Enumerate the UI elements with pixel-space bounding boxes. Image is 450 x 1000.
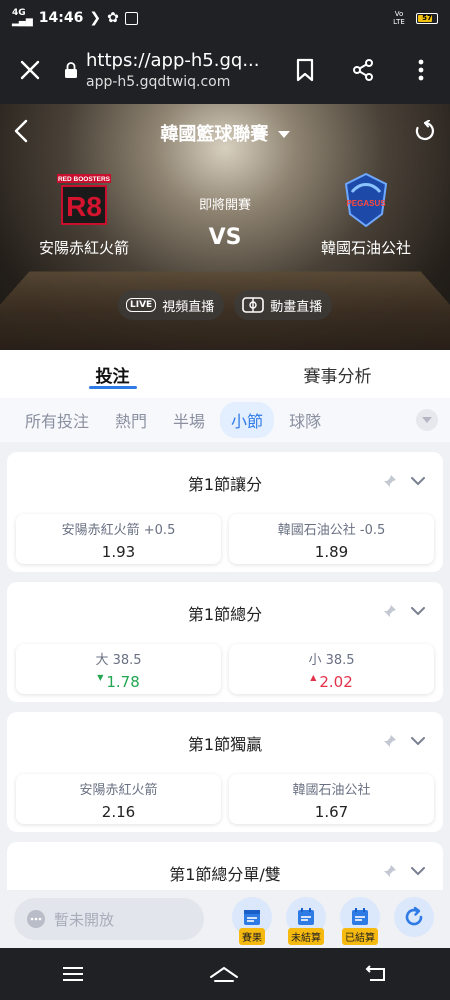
sub-tabs: 所有投注 熱門 半場 小節 球隊 [0,398,450,442]
odds-option[interactable]: 大 38.5 ▼ 1.78 [16,644,221,694]
match-header: 韓國籃球聯賽 RED BOOSTERS R8 安陽赤紅火箭 即將開賽 VS PE… [0,104,450,350]
market-header[interactable]: 第1節總分 [7,582,443,644]
court-icon [242,297,265,313]
pin-icon[interactable] [383,604,397,618]
refresh-button[interactable] [414,119,436,146]
page-url: https://app-h5.gq... [86,50,260,71]
odds-option[interactable]: 安陽赤紅火箭 2.16 [16,774,221,824]
calendar-icon [298,908,314,925]
match-status: 即將開賽 [198,198,251,213]
video-live-button[interactable]: LIVE 視頻直播 [118,290,225,320]
unsettled-button[interactable]: 未結算 [284,897,328,945]
menu-icon[interactable] [62,966,84,982]
market-card: 第1節總分單/雙 [7,842,443,890]
share-icon [353,59,373,81]
bookmark-icon [296,58,314,82]
tab-bet[interactable]: 投注 [0,350,225,398]
animation-live-button[interactable]: 動畫直播 [234,290,333,320]
match-center: 即將開賽 VS [165,194,285,250]
address-bar[interactable]: https://app-h5.gq... app-h5.gqdtwiq.com [82,50,276,90]
market-card: 第1節獨贏 安陽赤紅火箭 2.16 韓國石油公社 1.67 [7,712,443,832]
away-team: PEGASUS 韓國石油公社 [306,170,426,259]
market-title: 第1節獨贏 [187,735,263,754]
chat-input[interactable]: 暫未開放 [14,898,204,940]
battery-icon: 57 [416,12,438,24]
market-header[interactable]: 第1節讓分 [7,452,443,514]
chevron-down-icon[interactable] [411,606,425,616]
tab-analysis[interactable]: 賽事分析 [225,350,450,398]
home-team-name: 安陽赤紅火箭 [38,239,129,257]
subtab-hot[interactable]: 熱門 [104,402,158,438]
svg-text:PEGASUS: PEGASUS [346,199,386,208]
subtab-half[interactable]: 半場 [162,402,216,438]
subtab-all[interactable]: 所有投注 [14,402,100,438]
system-nav-bar [0,948,450,1000]
app-notification-icon: ✿ [107,10,119,26]
volte-icon: Vo LTE [393,10,405,26]
odds-option[interactable]: 韓國石油公社 1.67 [229,774,434,824]
market-header[interactable]: 第1節總分單/雙 [7,842,443,890]
settled-button[interactable]: 已結算 [338,897,382,945]
odds-option[interactable]: 安陽赤紅火箭 +0.5 1.93 [16,514,221,564]
chat-placeholder: 暫未開放 [54,910,115,929]
subtab-quarter[interactable]: 小節 [220,402,275,438]
market-title: 第1節總分 [187,605,263,624]
chat-icon [27,910,45,928]
away-team-name: 韓國石油公社 [320,239,411,257]
page-domain: app-h5.gqdtwiq.com [86,74,231,90]
subtab-team[interactable]: 球隊 [278,402,332,438]
odds-option[interactable]: 韓國石油公社 -0.5 1.89 [229,514,434,564]
market-card: 第1節讓分 安陽赤紅火箭 +0.5 1.93 韓國石油公社 -0.5 1.89 [7,452,443,572]
calendar-check-icon [352,908,368,925]
caret-down-icon [422,417,432,423]
pin-icon[interactable] [383,474,397,488]
image-notification-icon [124,11,138,25]
vs-label: VS [208,225,242,250]
results-button[interactable]: 賽果 [230,897,274,945]
market-title: 第1節讓分 [187,475,263,494]
browser-toolbar: https://app-h5.gq... app-h5.gqdtwiq.com [0,36,450,104]
close-icon [20,60,40,80]
odds-down-arrow-icon: ▼ [97,673,104,682]
pin-icon[interactable] [383,734,397,748]
caret-down-icon [277,131,290,138]
expand-tabs-button[interactable] [416,409,438,431]
chevron-down-icon[interactable] [411,476,425,486]
refresh-icon [405,906,423,926]
svg-text:R8: R8 [66,191,102,222]
home-icon[interactable] [209,965,239,983]
bookmark-button[interactable] [276,58,334,82]
main-tabs: 投注 賽事分析 [0,350,450,398]
status-bar: 4G ▂▄▆ 14:46 ❯ ✿ Vo LTE 57 [0,0,450,36]
live-icon: LIVE [126,298,157,312]
bottom-action-bar: 暫未開放 賽果 未結算 已結算 [0,890,450,948]
market-title: 第1節總分單/雙 [169,865,281,884]
market-list: 第1節讓分 安陽赤紅火箭 +0.5 1.93 韓國石油公社 -0.5 1.89 … [0,442,450,890]
chevron-down-icon[interactable] [411,736,425,746]
home-team: RED BOOSTERS R8 安陽赤紅火箭 [24,170,144,259]
share-button[interactable] [334,58,392,82]
league-selector[interactable]: 韓國籃球聯賽 [0,120,450,146]
market-card: 第1節總分 大 38.5 ▼ 1.78 小 38.5 ▲ 2.02 [7,582,443,702]
away-team-logo: PEGASUS [336,170,396,230]
signal-icon: 4G ▂▄▆ [12,8,33,27]
odds-up-arrow-icon: ▲ [310,673,317,682]
home-team-logo: RED BOOSTERS R8 [54,170,114,230]
close-tab-button[interactable] [0,59,60,81]
odds-option[interactable]: 小 38.5 ▲ 2.02 [229,644,434,694]
back-nav-icon[interactable] [364,965,388,983]
market-header[interactable]: 第1節獨贏 [7,712,443,774]
results-icon [244,910,260,925]
refresh-icon [415,119,434,141]
clock: 14:46 [38,10,84,26]
chevron-down-icon[interactable] [411,866,425,876]
more-vertical-icon [418,59,424,81]
notification-icon: ❯ [89,10,102,26]
lock-icon [60,62,82,78]
more-menu-button[interactable] [392,59,450,81]
reload-button[interactable] [392,897,436,941]
pin-icon[interactable] [383,864,397,878]
svg-text:RED BOOSTERS: RED BOOSTERS [58,176,111,183]
league-title: 韓國籃球聯賽 [160,124,269,145]
